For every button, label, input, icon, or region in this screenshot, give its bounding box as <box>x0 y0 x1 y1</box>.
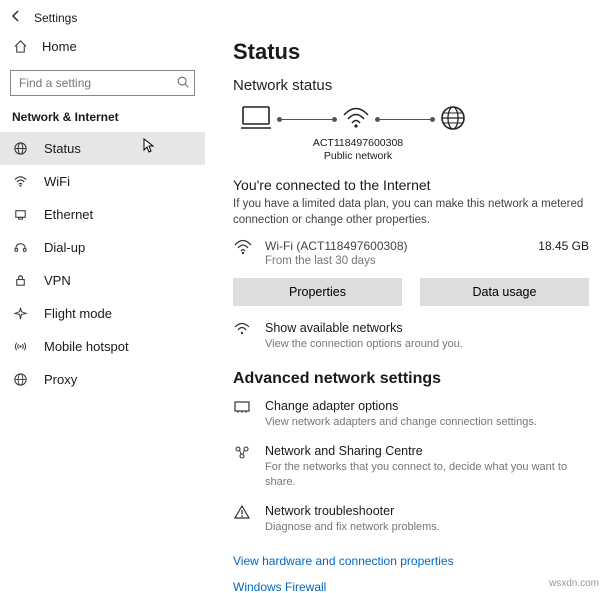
sidebar-item-hotspot[interactable]: Mobile hotspot <box>0 330 205 363</box>
sidebar-item-ethernet[interactable]: Ethernet <box>0 198 205 231</box>
hotspot-icon <box>12 339 28 354</box>
advanced-heading: Advanced network settings <box>233 370 589 388</box>
sidebar-item-status[interactable]: Status <box>0 132 205 165</box>
sharing-icon <box>233 443 251 460</box>
option-desc: View network adapters and change connect… <box>265 415 537 429</box>
titlebar: Settings <box>0 0 605 29</box>
show-networks-option[interactable]: Show available networks View the connect… <box>233 320 589 352</box>
sidebar-item-label: WiFi <box>44 174 70 189</box>
diagram-connector <box>279 119 335 120</box>
sidebar-item-wifi[interactable]: WiFi <box>0 165 205 198</box>
window-title: Settings <box>34 11 77 25</box>
connected-desc: If you have a limited data plan, you can… <box>233 197 589 228</box>
sidebar-item-vpn[interactable]: VPN <box>0 264 205 297</box>
wifi-icon <box>233 238 253 259</box>
sidebar-item-label: Proxy <box>44 372 77 387</box>
properties-button[interactable]: Properties <box>233 278 402 306</box>
dialup-icon <box>12 240 28 255</box>
wifi-usage-value: 18.45 GB <box>538 238 589 253</box>
sidebar-item-label: Mobile hotspot <box>44 339 129 354</box>
connected-title: You're connected to the Internet <box>233 177 589 193</box>
airplane-icon <box>12 306 28 321</box>
sidebar-item-label: Dial-up <box>44 240 85 255</box>
ethernet-icon <box>12 207 28 222</box>
option-title: Network and Sharing Centre <box>265 443 589 459</box>
page-title: Status <box>233 39 589 65</box>
cursor-icon <box>143 138 157 156</box>
wifi-label: Wi-Fi (ACT118497600308) <box>265 238 526 254</box>
back-button[interactable] <box>8 8 24 27</box>
datausage-button[interactable]: Data usage <box>420 278 589 306</box>
sidebar-item-label: Ethernet <box>44 207 93 222</box>
globe-icon <box>439 104 467 135</box>
sidebar-section-title: Network & Internet <box>0 104 205 132</box>
option-title: Network troubleshooter <box>265 503 440 519</box>
network-type: Public network <box>233 150 483 163</box>
link-hardware-properties[interactable]: View hardware and connection properties <box>233 554 454 568</box>
home-label: Home <box>42 39 77 54</box>
wifi-signal-icon <box>341 104 371 135</box>
adapter-options[interactable]: Change adapter options View network adap… <box>233 398 589 430</box>
status-icon <box>12 141 28 156</box>
sidebar: Home Network & Internet Status WiFi <box>0 29 205 593</box>
warning-icon <box>233 503 251 520</box>
watermark: wsxdn.com <box>549 578 599 589</box>
option-title: Change adapter options <box>265 398 537 414</box>
wifi-sub: From the last 30 days <box>265 254 526 270</box>
sidebar-item-label: Flight mode <box>44 306 112 321</box>
wifi-icon <box>12 174 28 189</box>
search-box[interactable] <box>10 70 195 96</box>
network-diagram <box>239 104 589 135</box>
home-icon <box>12 39 28 54</box>
adapter-icon <box>233 398 251 415</box>
sidebar-item-dialup[interactable]: Dial-up <box>0 231 205 264</box>
proxy-icon <box>12 372 28 387</box>
network-status-heading: Network status <box>233 77 589 94</box>
computer-icon <box>239 104 273 135</box>
sidebar-item-label: VPN <box>44 273 71 288</box>
home-button[interactable]: Home <box>0 33 205 60</box>
option-desc: Diagnose and fix network problems. <box>265 520 440 534</box>
network-name: ACT118497600308 <box>233 137 483 150</box>
main-content: Status Network status ACT118497600308 Pu… <box>205 29 605 593</box>
option-title: Show available networks <box>265 320 463 336</box>
option-desc: View the connection options around you. <box>265 337 463 351</box>
option-desc: For the networks that you connect to, de… <box>265 460 589 489</box>
diagram-connector <box>377 119 433 120</box>
diagram-caption: ACT118497600308 Public network <box>233 137 483 163</box>
link-windows-firewall[interactable]: Windows Firewall <box>233 580 326 593</box>
troubleshooter-option[interactable]: Network troubleshooter Diagnose and fix … <box>233 503 589 535</box>
sharing-centre-option[interactable]: Network and Sharing Centre For the netwo… <box>233 443 589 489</box>
wifi-usage-row: Wi-Fi (ACT118497600308) From the last 30… <box>233 238 589 270</box>
search-input[interactable] <box>17 75 176 91</box>
sidebar-item-flightmode[interactable]: Flight mode <box>0 297 205 330</box>
search-icon <box>176 75 190 92</box>
wifi-list-icon <box>233 320 251 337</box>
vpn-icon <box>12 273 28 288</box>
sidebar-item-label: Status <box>44 141 81 156</box>
sidebar-item-proxy[interactable]: Proxy <box>0 363 205 396</box>
